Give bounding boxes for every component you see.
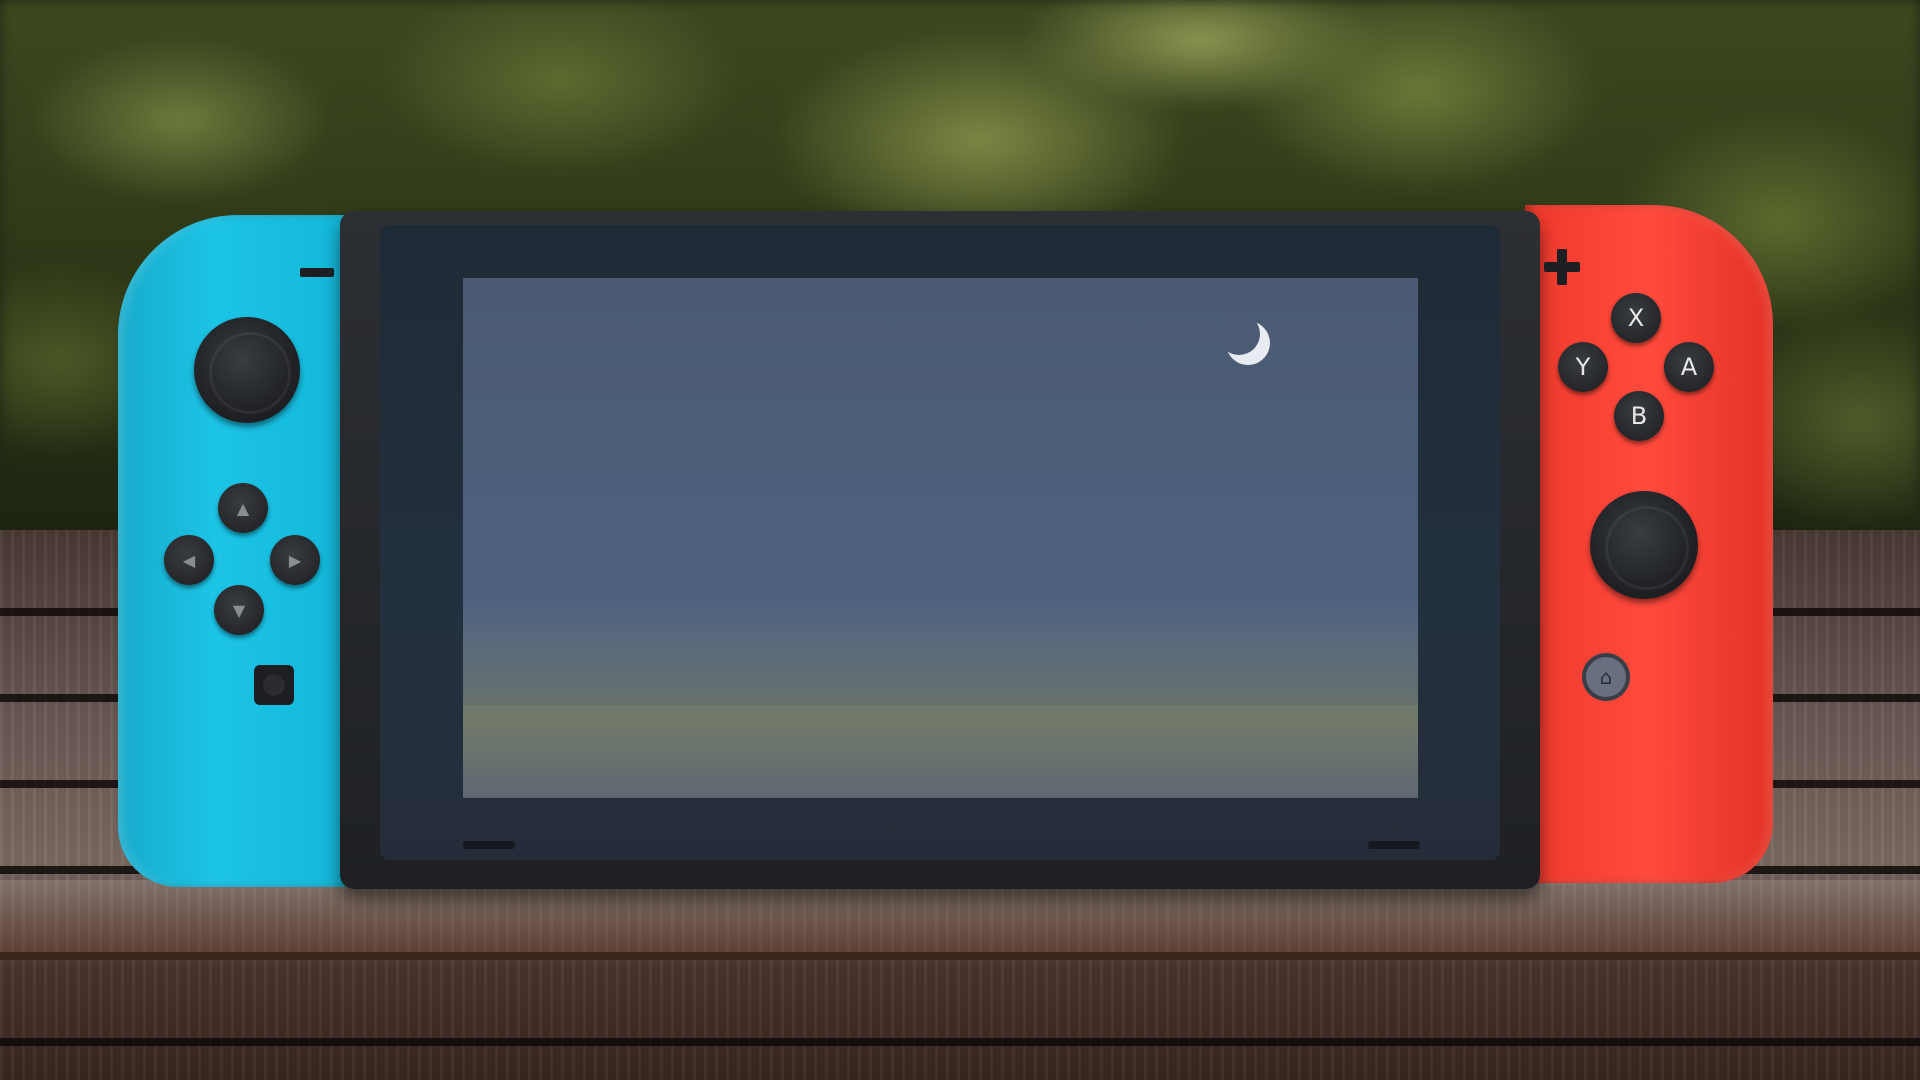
dpad-right-glyph: ▶ [288,550,302,570]
a-button-label: A [1680,353,1698,381]
dpad-left-glyph: ◀ [182,550,196,570]
right-stick-icon [1590,491,1698,599]
x-button: X [1611,293,1661,343]
bezel-tab-left [463,841,515,849]
y-button: Y [1558,342,1608,392]
capture-icon [254,665,294,705]
dpad-up-glyph: ▲ [236,498,250,518]
y-button-label: Y [1575,353,1591,381]
dpad-up-icon: ▲ [218,483,268,533]
home-glyph: ⌂ [1599,665,1613,689]
dpad-left-icon: ◀ [164,535,214,585]
table-shine [0,880,1920,960]
x-button-label: X [1627,304,1645,332]
b-button-label: B [1630,402,1648,430]
photo-scene: ▲ ◀ ▶ ▼ X Y A B ⌂ [0,0,1920,1080]
left-joycon [118,215,358,887]
home-icon: ⌂ [1582,653,1630,701]
plus-icon-vertical [1557,249,1567,285]
dpad-right-icon: ▶ [270,535,320,585]
moon-shadow [1218,313,1260,355]
a-button: A [1664,342,1714,392]
dpad-down-icon: ▼ [214,585,264,635]
bezel-tab-right [1368,841,1420,849]
screen-horizon [463,705,1418,798]
minus-icon [300,268,334,277]
game-console: ▲ ◀ ▶ ▼ X Y A B ⌂ [118,205,1773,890]
dpad-down-glyph: ▼ [232,600,246,620]
left-stick-icon [194,317,300,423]
b-button: B [1614,391,1664,441]
